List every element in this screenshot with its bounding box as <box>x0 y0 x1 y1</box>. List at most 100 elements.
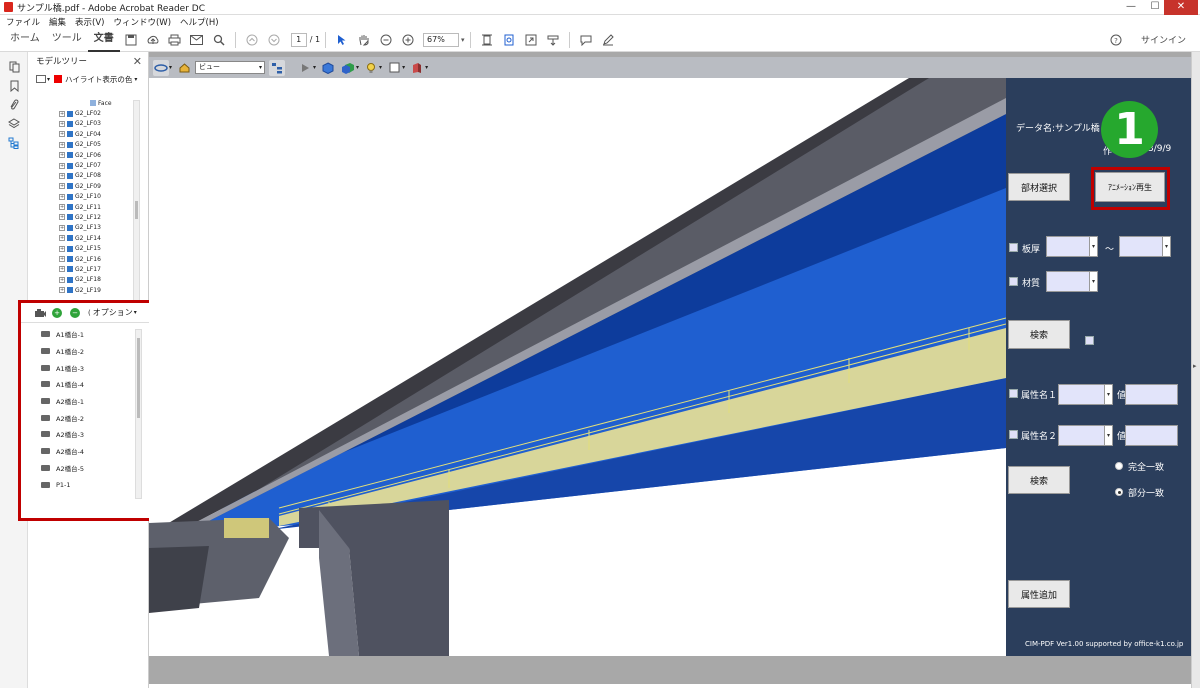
expand-icon[interactable]: + <box>59 131 65 138</box>
search-button-2[interactable]: 検索 <box>1008 466 1070 494</box>
delete-view-icon[interactable]: − <box>70 307 80 318</box>
partial-match-radio[interactable] <box>1115 488 1123 496</box>
help-icon[interactable]: ? <box>1105 29 1127 51</box>
menu-edit[interactable]: 編集 <box>46 16 69 28</box>
cloud-upload-icon[interactable] <box>142 29 164 51</box>
checkbox-icon[interactable] <box>67 183 73 190</box>
render-mode-icon[interactable] <box>340 60 356 76</box>
highlight-color-option[interactable]: ▾ ハイライト表示の色 ▾ <box>28 70 148 88</box>
material-checkbox[interactable] <box>1009 277 1018 286</box>
page-down-icon[interactable] <box>263 29 285 51</box>
tree-item[interactable]: + G2_LF09 <box>28 181 149 191</box>
scrollbar-thumb[interactable] <box>137 338 140 418</box>
menu-window[interactable]: ウィンドウ(W) <box>110 16 174 28</box>
checkbox-icon[interactable] <box>90 100 96 107</box>
checkbox-icon[interactable] <box>67 204 73 211</box>
play-animation-icon[interactable] <box>297 60 313 76</box>
rotate-tool-icon[interactable] <box>153 59 169 76</box>
view-item[interactable]: A2橋台-1 <box>21 393 150 410</box>
view-select[interactable]: ビュー ▾ <box>195 61 266 74</box>
tree-scrollbar[interactable] <box>133 100 140 332</box>
model-tree-icon[interactable] <box>0 133 28 152</box>
pen-sign-icon[interactable] <box>597 29 619 51</box>
checkbox-icon[interactable] <box>67 110 73 117</box>
page-thumbnails-icon[interactable] <box>0 57 28 76</box>
thickness-from-select[interactable]: ▾ <box>1046 236 1098 257</box>
3d-viewport[interactable] <box>149 78 1006 656</box>
tree-item[interactable]: + G2_LF07 <box>28 160 149 170</box>
tree-item[interactable]: + G2_LF16 <box>28 254 149 264</box>
camera-icon[interactable] <box>33 306 47 320</box>
checkbox-icon[interactable] <box>67 235 73 242</box>
search-option-checkbox[interactable] <box>1085 336 1094 345</box>
attr2-checkbox[interactable] <box>1009 430 1018 439</box>
bookmark-icon[interactable] <box>0 76 28 95</box>
tab-tools[interactable]: ツール <box>46 28 88 52</box>
full-screen-icon[interactable] <box>520 29 542 51</box>
expand-icon[interactable]: + <box>59 110 65 117</box>
search-button[interactable]: 検索 <box>1008 320 1070 349</box>
view-item[interactable]: A1橋台-3 <box>21 359 150 376</box>
attr1-select[interactable]: ▾ <box>1058 384 1113 405</box>
chevron-down-icon[interactable]: ▾ <box>313 64 316 71</box>
checkbox-icon[interactable] <box>67 224 73 231</box>
checkbox-icon[interactable] <box>67 172 73 179</box>
material-select[interactable]: ▾ <box>1046 271 1098 292</box>
view-item[interactable]: A1橋台-4 <box>21 376 150 393</box>
zoom-out-icon[interactable] <box>375 29 397 51</box>
view-item[interactable]: A2橋台-5 <box>21 460 150 477</box>
expand-icon[interactable]: + <box>59 172 65 179</box>
add-attribute-button[interactable]: 属性追加 <box>1008 580 1070 608</box>
tree-item[interactable]: + G2_LF03 <box>28 119 149 129</box>
select-arrow-icon[interactable] <box>331 29 353 51</box>
attachment-icon[interactable] <box>0 95 28 114</box>
expand-icon[interactable]: + <box>59 193 65 200</box>
chevron-down-icon[interactable]: ▾ <box>425 64 428 71</box>
read-mode-icon[interactable] <box>542 29 564 51</box>
view-item[interactable]: A2橋台-2 <box>21 409 150 426</box>
menu-help[interactable]: ヘルプ(H) <box>177 16 222 28</box>
checkbox-icon[interactable] <box>67 287 73 294</box>
tab-document[interactable]: 文書 <box>87 28 120 52</box>
view-item[interactable]: A1橋台-1 <box>21 326 150 343</box>
value1-input[interactable] <box>1125 384 1178 405</box>
expand-icon[interactable]: + <box>59 141 65 148</box>
expand-icon[interactable]: + <box>59 120 65 127</box>
chevron-down-icon[interactable]: ▾ <box>169 64 172 71</box>
cross-section-icon[interactable] <box>409 60 425 76</box>
lighting-icon[interactable] <box>363 60 379 76</box>
tree-item[interactable]: + G2_LF18 <box>28 275 149 285</box>
tree-item[interactable]: + G2_LF04 <box>28 129 149 139</box>
thickness-checkbox[interactable] <box>1009 243 1018 252</box>
zoom-level-select[interactable]: 67% <box>423 32 460 47</box>
tab-home[interactable]: ホーム <box>4 28 46 52</box>
print-icon[interactable] <box>164 29 186 51</box>
expand-icon[interactable]: + <box>59 266 65 273</box>
views-scrollbar[interactable] <box>135 329 142 499</box>
tree-item[interactable]: + G2_LF13 <box>28 223 149 233</box>
expand-icon[interactable]: + <box>59 245 65 252</box>
checkbox-icon[interactable] <box>67 256 73 263</box>
checkbox-icon[interactable] <box>67 141 73 148</box>
checkbox-icon[interactable] <box>67 276 73 283</box>
tree-item[interactable]: + G2_LF17 <box>28 264 149 274</box>
expand-icon[interactable]: + <box>59 183 65 190</box>
tree-item[interactable]: + G2_LF02 <box>28 108 149 118</box>
expand-icon[interactable]: + <box>59 256 65 263</box>
expand-icon[interactable]: + <box>59 224 65 231</box>
tree-item[interactable]: + G2_LF10 <box>28 192 149 202</box>
comment-icon[interactable] <box>575 29 597 51</box>
view-item[interactable]: A1橋台-2 <box>21 343 150 360</box>
chevron-down-icon[interactable]: ▾ <box>356 64 359 71</box>
checkbox-icon[interactable] <box>67 152 73 159</box>
background-color-icon[interactable] <box>386 60 402 76</box>
projection-icon[interactable] <box>320 60 336 76</box>
part-select-button[interactable]: 部材選択 <box>1008 173 1070 201</box>
tree-item-face[interactable]: Face <box>28 98 149 108</box>
tree-item[interactable]: + G2_LF19 <box>28 285 149 295</box>
value2-input[interactable] <box>1125 425 1178 446</box>
expand-icon[interactable]: + <box>59 152 65 159</box>
layers-icon[interactable] <box>0 114 28 133</box>
menu-file[interactable]: ファイル <box>3 16 43 28</box>
close-window-button[interactable]: ✕ <box>1164 0 1198 15</box>
